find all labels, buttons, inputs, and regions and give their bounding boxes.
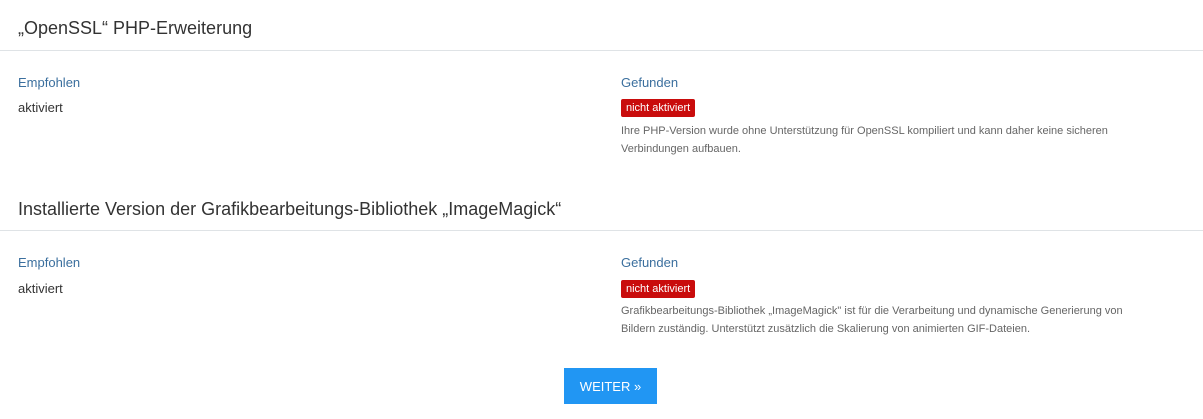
- recommended-label: Empfohlen: [18, 255, 81, 270]
- status-badge: nicht aktiviert: [621, 99, 696, 117]
- description-line: Verbindungen aufbauen.: [621, 143, 741, 155]
- section-title: „OpenSSL“ PHP-Erweiterung: [18, 18, 253, 38]
- status-badge: nicht aktiviert: [621, 280, 696, 298]
- found-label: Gefunden: [621, 255, 679, 270]
- continue-button[interactable]: WEITER »: [564, 368, 657, 404]
- section-divider: [0, 230, 1203, 231]
- recommended-label: Empfohlen: [18, 75, 81, 90]
- description-line: Bildern zuständig. Unterstützt zusätzlic…: [621, 323, 1031, 335]
- status-description: Ihre PHP-Version wurde ohne Unterstützun…: [621, 122, 1181, 158]
- section-divider: [0, 50, 1203, 51]
- section-title: Installierte Version der Grafikbearbeitu…: [18, 199, 562, 219]
- found-label: Gefunden: [621, 75, 679, 90]
- recommended-value: aktiviert: [18, 281, 63, 296]
- recommended-value: aktiviert: [18, 100, 63, 115]
- description-line: Grafikbearbeitungs-Bibliothek „ImageMagi…: [621, 305, 1123, 317]
- description-line: Ihre PHP-Version wurde ohne Unterstützun…: [621, 125, 1108, 137]
- status-description: Grafikbearbeitungs-Bibliothek „ImageMagi…: [621, 302, 1181, 338]
